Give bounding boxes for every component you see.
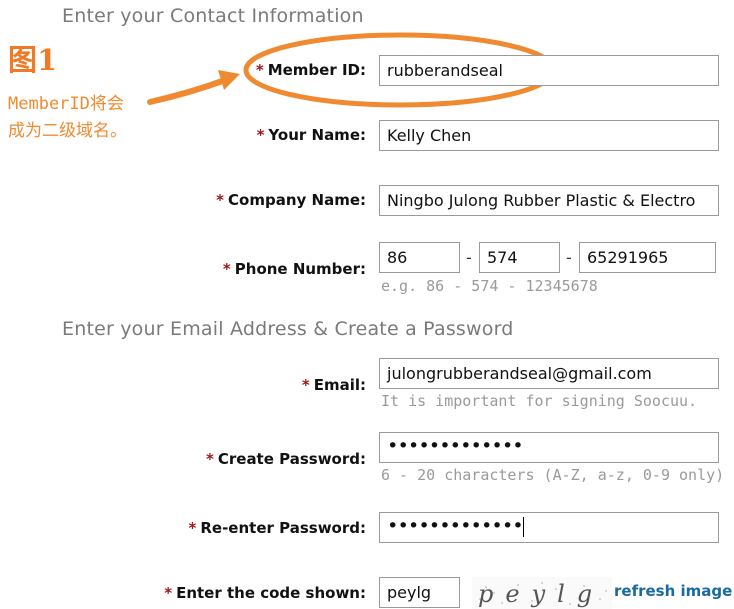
create-password-input[interactable]: ••••••••••••• — [379, 432, 719, 463]
captcha-label: * Enter the code shown: — [164, 584, 366, 602]
annotation-note: MemberID将会 成为二级域名。 — [8, 91, 127, 145]
phone-hint: e.g. 86 - 574 - 12345678 — [381, 277, 598, 295]
required-star: * — [255, 61, 264, 79]
captcha-image: peylg — [472, 577, 612, 609]
required-star: * — [188, 519, 197, 537]
annotation-arrow-icon — [147, 76, 231, 105]
captcha-text: peylg — [478, 580, 604, 608]
member-id-label: * Member ID: — [256, 61, 366, 79]
contact-info-heading: Enter your Contact Information — [62, 5, 364, 27]
required-star: * — [301, 376, 310, 394]
required-star: * — [256, 126, 265, 144]
your-name-input[interactable]: Kelly Chen — [379, 120, 719, 151]
required-star: * — [164, 584, 173, 602]
phone-separator: - — [566, 248, 572, 267]
annotation-line-2: 成为二级域名。 — [8, 121, 127, 141]
phone-area-code-input[interactable]: 574 — [479, 242, 560, 273]
reenter-password-input[interactable]: ••••••••••••• — [379, 512, 719, 543]
phone-number-label-text: Phone Number: — [234, 260, 366, 278]
refresh-image-link[interactable]: refresh image — [614, 582, 732, 600]
create-password-label-text: Create Password: — [217, 450, 366, 468]
reenter-password-value: ••••••••••••• — [387, 515, 524, 537]
phone-separator: - — [466, 248, 472, 267]
required-star: * — [216, 191, 225, 209]
email-password-heading: Enter your Email Address & Create a Pass… — [62, 318, 514, 340]
member-id-input[interactable]: rubberandseal — [379, 55, 719, 86]
password-hint: 6 - 20 characters (A-Z, a-z, 0-9 only) — [381, 466, 725, 484]
captcha-input[interactable]: peylg — [379, 577, 460, 608]
annotation-line-1: MemberID将会 — [8, 94, 124, 114]
email-label: * Email: — [302, 376, 366, 394]
create-password-label: * Create Password: — [206, 450, 366, 468]
captcha-label-text: Enter the code shown: — [176, 584, 366, 602]
arrowhead-icon — [218, 70, 240, 90]
email-label-text: Email: — [313, 376, 366, 394]
email-hint: It is important for signing Soocuu. — [381, 392, 698, 410]
email-input[interactable]: julongrubberandseal@gmail.com — [379, 358, 719, 389]
phone-number-label: * Phone Number: — [223, 260, 366, 278]
your-name-label: * Your Name: — [257, 126, 366, 144]
phone-country-code-input[interactable]: 86 — [379, 242, 460, 273]
company-name-label: * Company Name: — [216, 191, 366, 209]
company-name-input[interactable]: Ningbo Julong Rubber Plastic & Electro — [379, 185, 719, 216]
phone-number-input[interactable]: 65291965 — [579, 242, 716, 273]
figure-label: 图1 — [8, 43, 58, 77]
required-star: * — [206, 450, 214, 468]
text-caret — [522, 516, 524, 537]
required-star: * — [222, 260, 231, 278]
member-id-label-text: Member ID: — [267, 61, 366, 79]
reenter-password-label: * Re-enter Password: — [189, 519, 367, 537]
your-name-label-text: Your Name: — [268, 126, 366, 144]
reenter-password-label-text: Re-enter Password: — [200, 519, 366, 537]
company-name-label-text: Company Name: — [228, 191, 366, 209]
